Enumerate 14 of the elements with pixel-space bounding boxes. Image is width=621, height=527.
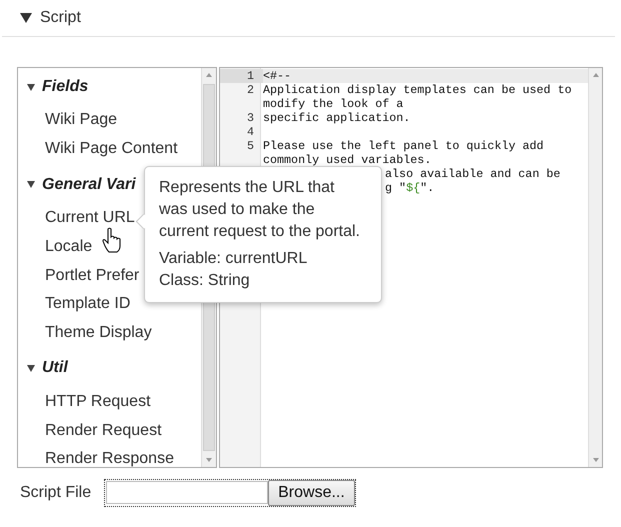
line-number: 5: [246, 139, 255, 155]
code-line: <#--: [263, 69, 292, 83]
code-line: g "${".: [385, 181, 434, 195]
code-line: also available and can be: [385, 167, 560, 181]
line-number: 1: [220, 69, 263, 83]
code-line: specific application.: [263, 111, 412, 125]
line-number: 2: [246, 83, 255, 99]
tooltip-description: Represents the URL that was used to make the current request to the portal.: [159, 178, 361, 242]
field-label: Script File: [20, 484, 92, 502]
line-number: 3: [246, 111, 255, 125]
code-line: Please use the left panel to quickly add commonly used variables.: [263, 139, 545, 167]
line-number: 4: [246, 125, 255, 139]
tooltip-variable: Variable: currentURL: [159, 249, 308, 269]
tooltip-class: Class: String: [159, 271, 251, 291]
